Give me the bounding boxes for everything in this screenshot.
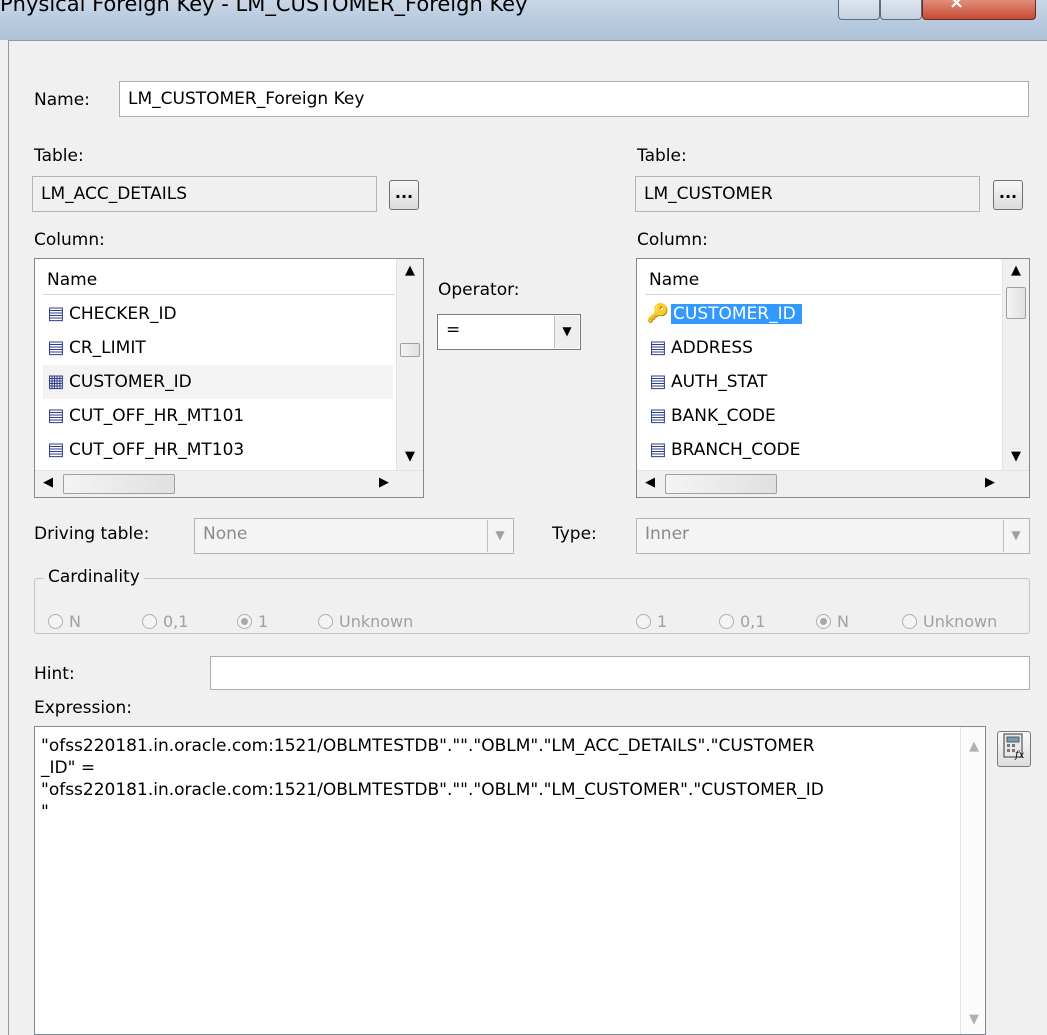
left-list-header-label: Name <box>47 270 98 290</box>
driving-table-value: None <box>203 524 248 544</box>
title-bar[interactable]: Physical Foreign Key - LM_CUSTOMER_Forei… <box>0 0 1047 40</box>
chevron-down-icon: ▼ <box>487 520 512 552</box>
list-item[interactable]: ▤ CUT_OFF_HR_MT103 <box>43 433 244 467</box>
maximize-button[interactable] <box>880 0 922 20</box>
left-cardinality-1-radio[interactable]: 1 <box>237 612 268 631</box>
key-icon: 🔑 <box>646 303 670 324</box>
scroll-left-icon[interactable]: ◀ <box>35 471 61 497</box>
left-table-browse-button[interactable]: ... <box>389 180 419 210</box>
scroll-thumb[interactable] <box>1006 287 1026 319</box>
column-icon: ▤ <box>47 337 65 358</box>
column-icon: ▤ <box>47 405 65 426</box>
horizontal-scrollbar[interactable]: ◀ ▶ <box>637 470 1029 497</box>
expression-label: Expression: <box>34 698 133 718</box>
right-cardinality-n-radio[interactable]: N <box>816 612 849 631</box>
driving-table-label: Driving table: <box>34 524 150 544</box>
window-title: Physical Foreign Key - LM_CUSTOMER_Forei… <box>0 0 528 16</box>
list-item[interactable]: ▦ CUSTOMER_ID <box>43 365 393 399</box>
scroll-left-icon[interactable]: ◀ <box>637 471 663 497</box>
scroll-up-icon[interactable]: ▲ <box>961 735 985 761</box>
right-cardinality-unknown-radio[interactable]: Unknown <box>902 612 997 631</box>
right-table-browse-button[interactable]: ... <box>993 180 1023 210</box>
horizontal-scrollbar[interactable]: ◀ ▶ <box>35 470 423 497</box>
vertical-scrollbar[interactable]: ▲ ▼ <box>960 727 985 1034</box>
left-table-field: LM_ACC_DETAILS <box>32 176 377 212</box>
left-table-label: Table: <box>34 146 84 166</box>
column-icon: ▤ <box>649 439 667 460</box>
chevron-down-icon[interactable]: ▼ <box>554 316 579 348</box>
column-icon: ▤ <box>649 405 667 426</box>
name-input[interactable]: LM_CUSTOMER_Foreign Key <box>119 81 1029 117</box>
column-icon: ▤ <box>649 371 667 392</box>
type-value: Inner <box>645 524 690 544</box>
vertical-scrollbar[interactable]: ▲ ▼ <box>396 259 423 471</box>
column-icon: ▤ <box>649 337 667 358</box>
left-cardinality-n-radio[interactable]: N <box>48 612 81 631</box>
scroll-thumb[interactable] <box>400 343 420 357</box>
right-cardinality-1-radio[interactable]: 1 <box>636 612 667 631</box>
type-label: Type: <box>552 524 597 544</box>
operator-select[interactable]: = ▼ <box>437 314 581 350</box>
minimize-button[interactable] <box>838 0 880 20</box>
hint-input[interactable] <box>210 656 1030 690</box>
calculator-icon: fx <box>1003 733 1025 761</box>
right-table-label: Table: <box>637 146 687 166</box>
right-table-field: LM_CUSTOMER <box>635 176 980 212</box>
expression-builder-button[interactable]: fx <box>997 731 1031 767</box>
column-icon: ▤ <box>47 439 65 460</box>
list-item[interactable]: ▤ CR_LIMIT <box>43 331 145 365</box>
scroll-thumb[interactable] <box>63 474 175 494</box>
column-icon: ▦ <box>47 371 65 392</box>
scroll-down-icon[interactable]: ▼ <box>1003 445 1029 471</box>
left-list-header[interactable]: Name <box>43 267 395 295</box>
left-cardinality-unknown-radio[interactable]: Unknown <box>318 612 413 631</box>
cardinality-label: Cardinality <box>44 567 144 587</box>
scroll-up-icon[interactable]: ▲ <box>397 259 423 285</box>
operator-label: Operator: <box>438 280 520 300</box>
right-list-header-label: Name <box>649 270 700 290</box>
expression-textarea[interactable]: "ofss220181.in.oracle.com:1521/OBLMTESTD… <box>34 726 986 1035</box>
right-column-label: Column: <box>637 230 708 250</box>
left-column-list[interactable]: Name ▤ CHECKER_ID ▤ CR_LIMIT ▦ CUSTOMER_ID … <box>34 258 424 498</box>
close-button[interactable]: × <box>922 0 1036 20</box>
scroll-right-icon[interactable]: ▶ <box>371 471 397 497</box>
right-cardinality-01-radio[interactable]: 0,1 <box>719 612 765 631</box>
right-list-header[interactable]: Name <box>645 267 1001 295</box>
list-item[interactable]: ▤ BRANCH_CODE <box>645 433 800 467</box>
list-item[interactable]: 🔑 CUSTOMER_ID <box>645 297 802 331</box>
svg-text:fx: fx <box>1014 750 1025 760</box>
operator-value: = <box>446 320 461 340</box>
expression-text: "ofss220181.in.oracle.com:1521/OBLMTESTD… <box>41 736 824 822</box>
list-item[interactable]: ▤ ADDRESS <box>645 331 752 365</box>
type-select: Inner ▼ <box>636 518 1030 554</box>
left-cardinality-01-radio[interactable]: 0,1 <box>142 612 188 631</box>
list-item[interactable]: ▤ BANK_CODE <box>645 399 775 433</box>
close-icon: × <box>949 0 965 13</box>
name-label: Name: <box>34 90 90 110</box>
hint-label: Hint: <box>34 664 75 684</box>
list-item[interactable]: ▤ CHECKER_ID <box>43 297 176 331</box>
driving-table-select: None ▼ <box>194 518 514 554</box>
scroll-down-icon[interactable]: ▼ <box>961 1008 985 1034</box>
vertical-scrollbar[interactable]: ▲ ▼ <box>1002 259 1029 471</box>
scroll-thumb[interactable] <box>665 474 777 494</box>
list-item[interactable]: ▤ AUTH_STAT <box>645 365 767 399</box>
chevron-down-icon: ▼ <box>1003 520 1028 552</box>
left-column-label: Column: <box>34 230 105 250</box>
scroll-up-icon[interactable]: ▲ <box>1003 259 1029 285</box>
right-column-list[interactable]: Name 🔑 CUSTOMER_ID ▤ ADDRESS ▤ AUTH_STAT ▤ B… <box>636 258 1030 498</box>
scroll-down-icon[interactable]: ▼ <box>397 445 423 471</box>
scroll-right-icon[interactable]: ▶ <box>977 471 1003 497</box>
column-icon: ▤ <box>47 303 65 324</box>
list-item[interactable]: ▤ CUT_OFF_HR_MT101 <box>43 399 244 433</box>
